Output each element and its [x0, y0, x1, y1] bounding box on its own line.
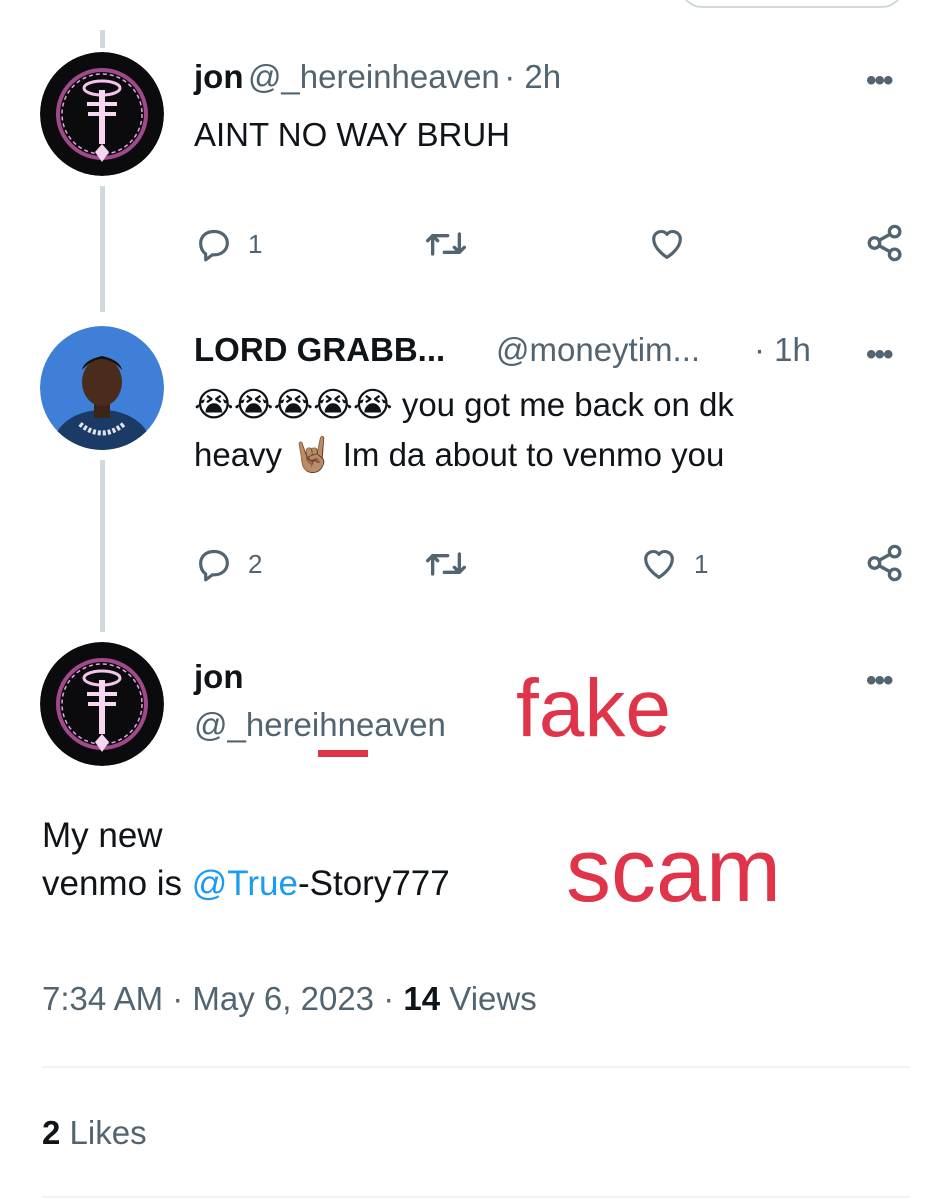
annotation-fake: fake — [516, 663, 671, 754]
heart-icon — [652, 229, 682, 259]
views-count: 14 — [403, 980, 441, 1017]
main-text-line2-pre: venmo is — [42, 864, 192, 903]
avatar-jon-main-image — [40, 642, 164, 766]
likes-label: Likes — [69, 1114, 147, 1151]
tweet2-like-button[interactable]: 1 — [638, 544, 708, 584]
tweet1-more-button[interactable]: ••• — [866, 64, 893, 98]
retweet-icon — [425, 232, 466, 256]
retweet-icon — [425, 552, 466, 576]
tweet1-share-button[interactable] — [864, 222, 906, 264]
tweet1-author-name[interactable]: jon — [194, 58, 243, 95]
tweet2-like-count: 1 — [694, 548, 709, 579]
main-text-line2-post: -Story777 — [297, 864, 450, 903]
venmo-mention-link[interactable]: @True — [192, 864, 298, 903]
tweet2-reply-count: 2 — [248, 548, 263, 579]
tweet2-hand-emoji: 🤘🏽 — [291, 436, 334, 474]
avatar-lord-grabb[interactable] — [40, 326, 164, 450]
tweet1-like-button[interactable] — [646, 224, 688, 264]
tweet2-reply-button[interactable]: 2 — [194, 544, 262, 584]
tweet2-author-handle[interactable]: @moneytim... — [496, 331, 700, 369]
divider-2 — [42, 1196, 910, 1198]
tweet2-more-button[interactable]: ••• — [866, 338, 893, 372]
avatar-lord-grabb-image — [40, 326, 164, 450]
main-date[interactable]: May 6, 2023 — [192, 980, 374, 1017]
avatar-jon-main[interactable] — [40, 642, 164, 766]
share-icon — [867, 544, 902, 582]
main-text-line1: My new — [42, 816, 163, 855]
top-pill-button[interactable] — [680, 0, 904, 8]
reply-icon — [199, 229, 229, 262]
tweet1-retweet-button[interactable] — [424, 224, 468, 264]
tweet2-timestamp[interactable]: · 1h — [754, 331, 811, 369]
reply-icon — [199, 549, 229, 582]
tweet2-share-button[interactable] — [864, 542, 906, 584]
views-label: Views — [449, 980, 537, 1017]
tweet2-author-name[interactable]: LORD GRABB... — [194, 331, 445, 368]
avatar-jon-image — [40, 52, 164, 176]
handle-underline-annotation — [318, 750, 368, 757]
main-more-button[interactable]: ••• — [866, 664, 893, 698]
tweet2-retweet-button[interactable] — [424, 544, 468, 584]
heart-icon — [644, 549, 674, 579]
avatar-jon[interactable] — [40, 52, 164, 176]
tweet2-text-a: you got me back on dk — [401, 386, 734, 423]
main-author-name[interactable]: jon — [194, 658, 243, 696]
tweet1-text: AINT NO WAY BRUH — [194, 116, 510, 153]
tweet1-author-handle[interactable]: @_hereinheaven — [248, 58, 500, 95]
tweet2-crying-emojis: 😭😭😭😭😭 — [194, 386, 393, 424]
main-time[interactable]: 7:34 AM — [42, 980, 163, 1017]
thread-line-top — [100, 30, 105, 48]
likes-count: 2 — [42, 1114, 61, 1151]
thread-line-2 — [100, 460, 105, 632]
divider-1 — [42, 1066, 910, 1068]
main-author-handle[interactable]: @_hereihneaven — [194, 706, 446, 744]
annotation-scam: scam — [566, 821, 782, 921]
likes-link[interactable]: 2 Likes — [42, 1114, 147, 1152]
tweet2-text-b1: heavy — [194, 436, 283, 473]
dot-separator-1: · — [172, 980, 184, 1017]
tweet1-timestamp[interactable]: · 2h — [504, 58, 561, 95]
tweet1-reply-count: 1 — [248, 228, 263, 259]
tweet2-text-b2: Im da about to venmo you — [342, 436, 725, 473]
thread-line-1 — [100, 186, 105, 312]
dot-separator-2: · — [383, 980, 395, 1017]
share-icon — [867, 224, 902, 262]
tweet1-reply-button[interactable]: 1 — [194, 224, 262, 264]
